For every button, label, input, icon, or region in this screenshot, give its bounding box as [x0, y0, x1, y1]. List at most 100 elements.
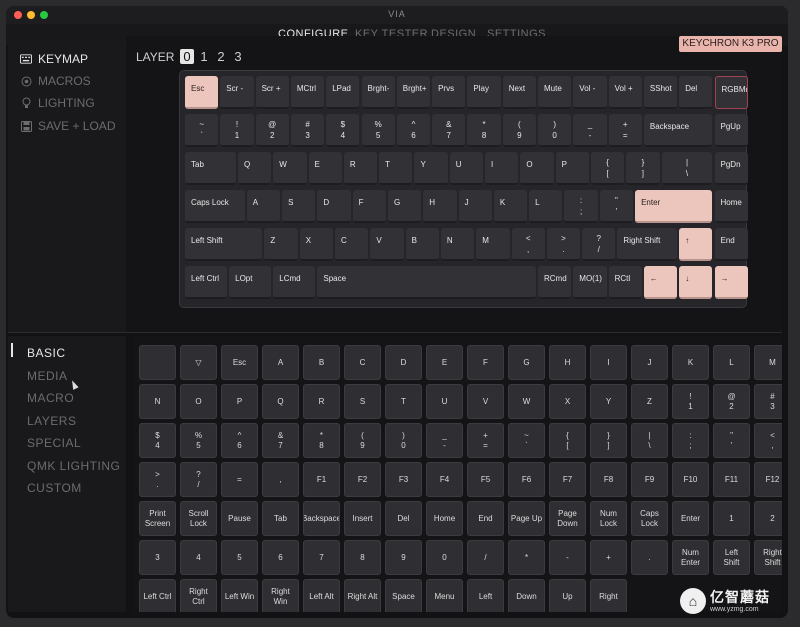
category-layers[interactable]: LAYERS	[27, 414, 76, 428]
keycode-option[interactable]: Left Win	[221, 579, 258, 612]
keyboard-key[interactable]: C	[335, 228, 369, 261]
keyboard-key[interactable]: Vol -	[573, 76, 607, 109]
keycode-option[interactable]: } ]	[590, 423, 627, 458]
keyboard-key[interactable]: F	[352, 190, 386, 223]
keyboard-key[interactable]: Next	[502, 76, 536, 109]
keyboard-key[interactable]: P	[555, 152, 589, 185]
keycode-option[interactable]: > .	[139, 462, 176, 497]
keyboard-key[interactable]: MCtrl	[290, 76, 325, 109]
keycode-option[interactable]: I	[590, 345, 627, 380]
keyboard-key[interactable]: L	[529, 190, 563, 223]
keycode-option[interactable]: Right Ctrl	[180, 579, 217, 612]
keycode-option[interactable]: F1	[303, 462, 340, 497]
keyboard-key[interactable]: | \	[661, 152, 713, 185]
keyboard-key[interactable]: Scr -	[220, 76, 254, 109]
keyboard-key[interactable]: MO(1)	[573, 266, 607, 299]
keycode-option[interactable]: 3	[139, 540, 176, 575]
keyboard-key[interactable]: ! 1	[220, 114, 254, 147]
keycode-option[interactable]: Pause	[221, 501, 258, 536]
keyboard-key[interactable]: ) 0	[538, 114, 572, 147]
category-qmk-lighting[interactable]: QMK LIGHTING	[27, 459, 120, 473]
keycode-option[interactable]: J	[631, 345, 668, 380]
keyboard-key[interactable]: E	[308, 152, 342, 185]
keycode-option[interactable]: Right Shift	[754, 540, 782, 575]
keyboard-key[interactable]: RGBMd+	[714, 76, 748, 109]
category-custom[interactable]: CUSTOM	[27, 481, 82, 495]
keyboard-key[interactable]: X	[299, 228, 334, 261]
keycode-option[interactable]: Del	[385, 501, 422, 536]
keycode-option[interactable]: U	[426, 384, 463, 419]
keycode-option[interactable]: " '	[713, 423, 750, 458]
keycode-option[interactable]: Left	[467, 579, 504, 612]
keyboard-key[interactable]: Left Ctrl	[185, 266, 228, 299]
keycode-option[interactable]: F2	[344, 462, 381, 497]
keyboard-key[interactable]: & 7	[432, 114, 466, 147]
keycode-option[interactable]: Menu	[426, 579, 463, 612]
keyboard-key[interactable]: { [	[590, 152, 625, 185]
keycode-option[interactable]: Right Alt	[344, 579, 381, 612]
keyboard-key[interactable]: Left Shift	[185, 228, 263, 261]
keycode-option[interactable]: -	[549, 540, 586, 575]
keycode-option[interactable]: F12	[754, 462, 782, 497]
keyboard-key[interactable]: Del	[679, 76, 713, 109]
keyboard-key[interactable]: N	[440, 228, 475, 261]
sidebar-item-macros[interactable]: MACROS	[20, 74, 91, 88]
keycode-option[interactable]: $ 4	[139, 423, 176, 458]
keyboard-key[interactable]: _ -	[573, 114, 607, 147]
keyboard-key[interactable]: % 5	[361, 114, 395, 147]
keyboard-key[interactable]: + =	[608, 114, 642, 147]
keyboard-key[interactable]: " '	[599, 190, 634, 223]
keyboard-key[interactable]: PgUp	[714, 114, 748, 147]
keyboard-key[interactable]: : ;	[564, 190, 598, 223]
keyboard-key[interactable]: U	[449, 152, 484, 185]
sidebar-item-keymap[interactable]: KEYMAP	[20, 52, 88, 66]
keycode-option[interactable]: A	[262, 345, 299, 380]
keyboard-key[interactable]: Z	[264, 228, 298, 261]
keyboard-key[interactable]: RCtl	[608, 266, 642, 299]
keycode-option[interactable]: ^ 6	[221, 423, 258, 458]
keycode-option[interactable]: Left Ctrl	[139, 579, 176, 612]
keyboard-key[interactable]: End	[714, 228, 748, 261]
keycode-option[interactable]: Tab	[262, 501, 299, 536]
keyboard-key[interactable]: Q	[237, 152, 272, 185]
layer-option-2[interactable]: 2	[214, 49, 228, 64]
keycode-option[interactable]: Page Up	[508, 501, 545, 536]
keyboard-key[interactable]: J	[458, 190, 492, 223]
keycode-option[interactable]: P	[221, 384, 258, 419]
keycode-option[interactable]: _ -	[426, 423, 463, 458]
layer-option-1[interactable]: 1	[197, 49, 211, 64]
keycode-option[interactable]: Y	[590, 384, 627, 419]
keyboard-key[interactable]: ~ `	[185, 114, 219, 147]
keyboard-key[interactable]: D	[317, 190, 351, 223]
keyboard-key[interactable]: Space	[317, 266, 536, 299]
keyboard-key[interactable]: ^ 6	[396, 114, 431, 147]
layer-option-0[interactable]: 0	[180, 49, 194, 64]
keycode-option[interactable]: W	[508, 384, 545, 419]
keycode-option[interactable]: Up	[549, 579, 586, 612]
keycode-option[interactable]: Num Lock	[590, 501, 627, 536]
keyboard-key[interactable]: Tab	[185, 152, 236, 185]
keyboard-key[interactable]: A	[246, 190, 281, 223]
keyboard-key[interactable]: Esc	[185, 76, 219, 109]
keycode-option[interactable]: Scroll Lock	[180, 501, 217, 536]
keycode-option[interactable]: =	[221, 462, 258, 497]
category-special[interactable]: SPECIAL	[27, 436, 81, 450]
keycode-option[interactable]: Num Enter	[672, 540, 709, 575]
keyboard-key[interactable]: V	[370, 228, 404, 261]
keycode-option[interactable]: +	[590, 540, 627, 575]
keycode-option[interactable]: Right Win	[262, 579, 299, 612]
keyboard-key[interactable]: Mute	[538, 76, 572, 109]
category-media[interactable]: MEDIA	[27, 369, 68, 383]
keycode-option[interactable]: 8	[344, 540, 381, 575]
keycode-option[interactable]: N	[139, 384, 176, 419]
keycode-option[interactable]: F6	[508, 462, 545, 497]
keyboard-key[interactable]: ↓	[679, 266, 713, 299]
keycode-option[interactable]: Q	[262, 384, 299, 419]
keyboard-key[interactable]: I	[485, 152, 519, 185]
keyboard-key[interactable]: $ 4	[326, 114, 360, 147]
keycode-option[interactable]: F	[467, 345, 504, 380]
keycode-option[interactable]: O	[180, 384, 217, 419]
keycode-option[interactable]: E	[426, 345, 463, 380]
keyboard-key[interactable]: Play	[467, 76, 501, 109]
keycode-option[interactable]: S	[344, 384, 381, 419]
